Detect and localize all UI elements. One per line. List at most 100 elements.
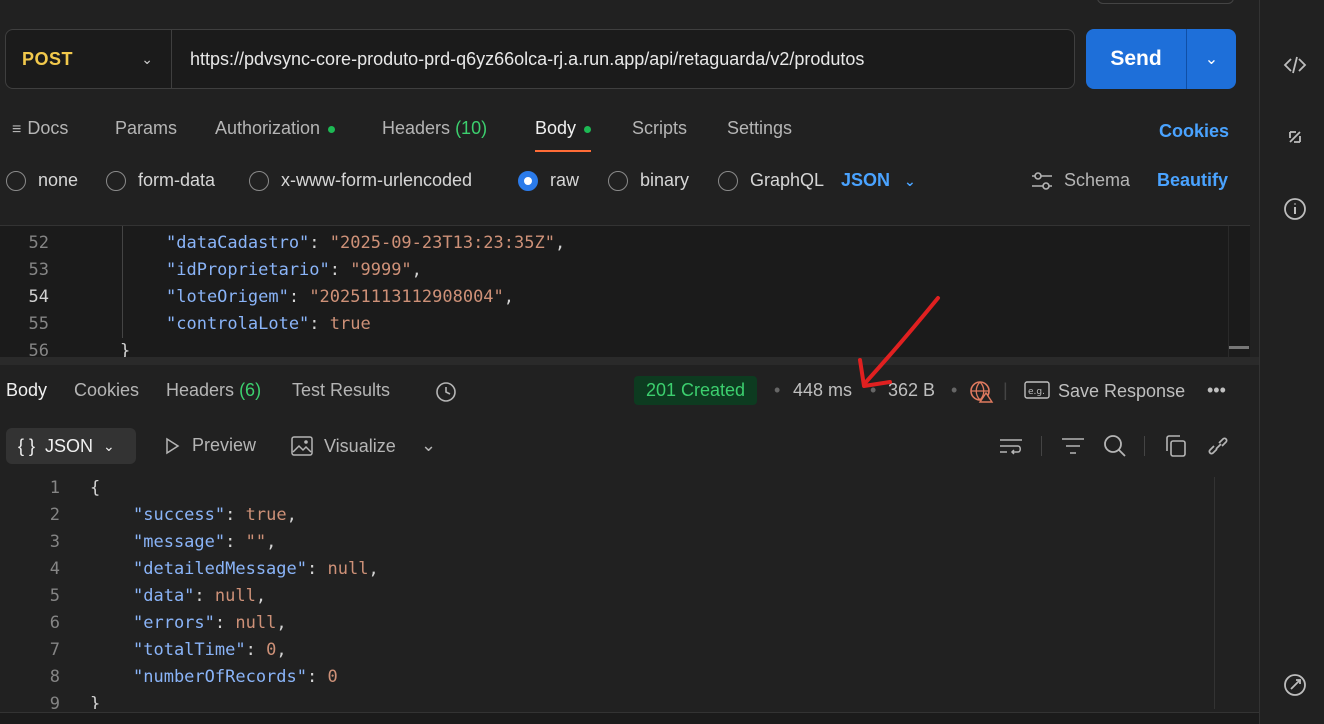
annotation-arrow-icon: [858, 296, 940, 388]
cookies-link[interactable]: Cookies: [1159, 121, 1229, 142]
chevron-down-icon: ⌄: [904, 173, 916, 189]
tab-settings[interactable]: Settings: [727, 116, 792, 152]
send-button[interactable]: Send ⌄: [1086, 29, 1236, 89]
line-number: 1: [49, 478, 60, 498]
toolbar-divider: |: [1003, 380, 1008, 400]
line-number: 9: [49, 694, 60, 709]
line-number: 53: [28, 260, 49, 280]
tab-headers[interactable]: Headers (10): [382, 116, 487, 152]
code-line: "totalTime": 0,: [133, 640, 287, 660]
status-dot-icon: [328, 125, 336, 133]
request-body-editor[interactable]: 52 "dataCadastro": "2025-09-23T13:23:35Z"…: [0, 225, 1250, 357]
separator-dot: •: [951, 380, 958, 400]
tab-body[interactable]: Body: [535, 116, 592, 152]
code-line: "dataCadastro": "2025-09-23T13:23:35Z",: [166, 233, 566, 253]
code-line: "numberOfRecords": 0: [133, 667, 338, 687]
network-warning-icon[interactable]: [969, 379, 995, 403]
line-number: 3: [49, 532, 60, 552]
pane-divider[interactable]: [0, 357, 1259, 365]
response-tab-cookies[interactable]: Cookies: [74, 380, 139, 401]
language-select[interactable]: JSON ⌄: [841, 170, 916, 191]
example-icon: e.g.: [1024, 381, 1050, 399]
radio-form-data[interactable]: form-data: [106, 170, 215, 191]
code-line: "errors": null,: [133, 613, 287, 633]
body-type-selector: none form-data x-www-form-urlencoded raw…: [0, 170, 1250, 196]
send-options-chevron-icon[interactable]: ⌄: [1187, 49, 1236, 69]
response-time: 448 ms: [793, 380, 853, 400]
response-scrollbar-track[interactable]: [1214, 477, 1215, 709]
code-line: "loteOrigem": "20251113112908004",: [166, 287, 515, 307]
right-sidebar: [1259, 0, 1324, 724]
code-line: }: [120, 341, 131, 357]
chevron-down-icon: ⌄: [103, 437, 115, 454]
code-line: "message": "",: [133, 532, 277, 552]
related-icon[interactable]: [1282, 124, 1308, 150]
beautify-button[interactable]: Beautify: [1157, 170, 1228, 191]
separator-dot: •: [774, 380, 781, 400]
visualize-chevron-icon[interactable]: ⌄: [421, 435, 436, 456]
radio-none[interactable]: none: [6, 170, 78, 191]
status-dot-icon: [584, 125, 592, 133]
response-tabs: Body Cookies Headers (6) Test Results 20…: [0, 376, 1250, 408]
assistant-icon[interactable]: [1282, 672, 1308, 698]
toolbar-divider: [1144, 436, 1145, 456]
status-bar: [0, 712, 1259, 724]
visualize-button[interactable]: Visualize: [290, 435, 396, 457]
line-number: 54: [28, 287, 49, 307]
save-response-button[interactable]: e.g. Save Response: [1024, 380, 1185, 402]
radio-raw[interactable]: raw: [518, 170, 579, 191]
code-line: {: [90, 478, 101, 498]
response-format-select[interactable]: { } JSON ⌄: [6, 428, 136, 464]
tab-scripts[interactable]: Scripts: [632, 116, 687, 152]
url-input[interactable]: https://pdvsync-core-produto-prd-q6yz66o…: [172, 49, 864, 70]
history-icon[interactable]: [433, 380, 459, 404]
code-line: }: [90, 694, 101, 709]
preview-button[interactable]: Preview: [162, 435, 256, 456]
line-number: 7: [49, 640, 60, 660]
line-number: 6: [49, 613, 60, 633]
schema-button[interactable]: Schema: [1030, 170, 1130, 191]
docs-icon: ≡: [12, 121, 22, 138]
line-number: 52: [28, 233, 49, 253]
top-input-edge: [1097, 0, 1234, 4]
tab-params[interactable]: Params: [115, 116, 177, 152]
wrap-lines-icon[interactable]: [998, 434, 1024, 458]
code-line: "idProprietario": "9999",: [166, 260, 422, 280]
response-tab-headers[interactable]: Headers (6): [166, 380, 261, 401]
line-number: 55: [28, 314, 49, 334]
tab-docs[interactable]: ≡ Docs: [12, 116, 68, 152]
response-tab-test-results[interactable]: Test Results: [292, 380, 390, 401]
line-number: 2: [49, 505, 60, 525]
chevron-down-icon: ⌄: [141, 50, 153, 67]
image-icon: [291, 436, 313, 456]
code-line: "detailedMessage": null,: [133, 559, 379, 579]
copy-icon[interactable]: [1163, 434, 1189, 458]
line-number: 56: [28, 341, 49, 357]
radio-binary[interactable]: binary: [608, 170, 689, 191]
editor-scrollbar[interactable]: [1228, 226, 1249, 357]
more-options-icon[interactable]: •••: [1207, 380, 1226, 401]
code-line: "controlaLote": true: [166, 314, 371, 334]
method-select[interactable]: POST ⌄: [6, 30, 172, 88]
line-number: 5: [49, 586, 60, 606]
tab-authorization[interactable]: Authorization: [215, 116, 336, 152]
indent-guide: [122, 226, 123, 338]
radio-urlencoded[interactable]: x-www-form-urlencoded: [249, 170, 472, 191]
search-icon[interactable]: [1102, 434, 1128, 458]
code-line: "success": true,: [133, 505, 297, 525]
filter-icon[interactable]: [1060, 434, 1086, 458]
toolbar-divider: [1041, 436, 1042, 456]
code-icon[interactable]: [1282, 52, 1308, 78]
response-tab-body[interactable]: Body: [6, 380, 47, 401]
radio-graphql[interactable]: GraphQL: [718, 170, 824, 191]
play-icon: [166, 437, 180, 454]
response-body-viewer[interactable]: 1 {2 "success": true, 3 "message": "", 4 "deta…: [0, 477, 1236, 709]
braces-icon: { }: [18, 435, 36, 456]
method-label: POST: [22, 48, 74, 69]
sliders-icon: [1032, 171, 1052, 190]
link-icon[interactable]: [1205, 434, 1231, 458]
status-badge: 201 Created: [634, 376, 758, 405]
info-icon[interactable]: [1282, 196, 1308, 222]
line-number: 8: [49, 667, 60, 687]
svg-text:e.g.: e.g.: [1028, 387, 1045, 397]
